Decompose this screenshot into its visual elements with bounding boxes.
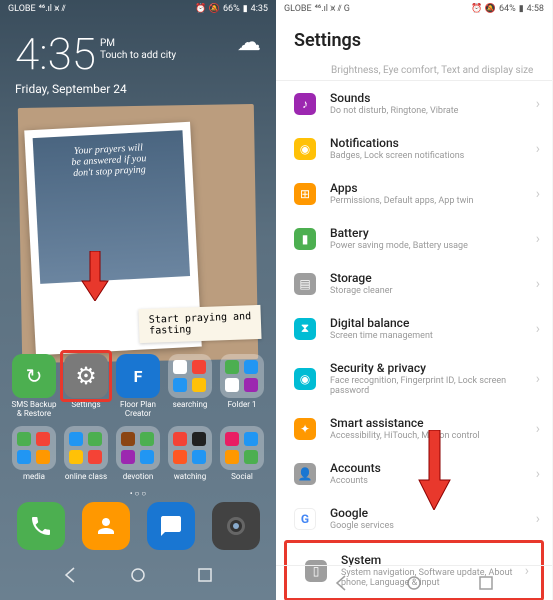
chevron-right-icon: › bbox=[536, 96, 540, 112]
dock bbox=[8, 502, 268, 550]
folder-devotion[interactable]: devotion bbox=[115, 426, 161, 481]
note-sticker: Start praying and fasting bbox=[138, 305, 261, 343]
date-display: Friday, September 24 bbox=[15, 82, 176, 96]
app-row-2: media online class devotion watching Soc… bbox=[8, 426, 268, 481]
chevron-right-icon: › bbox=[536, 466, 540, 482]
storage-icon: ▤ bbox=[294, 273, 316, 295]
nav-bar bbox=[8, 558, 268, 592]
notifications-icon: ◉ bbox=[294, 138, 316, 160]
folder-social[interactable]: Social bbox=[219, 426, 265, 481]
chevron-right-icon: › bbox=[536, 141, 540, 157]
accounts-icon: 👤 bbox=[294, 463, 316, 485]
ampm-label: PM bbox=[100, 38, 115, 49]
battery-icon: ▮ bbox=[519, 4, 524, 14]
nav-recent[interactable] bbox=[196, 566, 214, 584]
digital-balance-icon: ⧗ bbox=[294, 318, 316, 340]
page-indicator[interactable]: • ○ ○ bbox=[8, 489, 268, 498]
settings-screen: GLOBE ⁴⁶.ıl ⩙ ⫽ G ⏰ 🔕 64% ▮ 4:58 Setting… bbox=[276, 0, 552, 600]
nav-home[interactable] bbox=[129, 566, 147, 584]
settings-item-accounts[interactable]: 👤AccountsAccounts› bbox=[276, 451, 552, 496]
chevron-right-icon: › bbox=[536, 186, 540, 202]
shield-icon: ◉ bbox=[294, 368, 316, 390]
signal-icon: ⁴⁶.ıl ⩙ ⫽ bbox=[39, 4, 66, 14]
status-bar: GLOBE ⁴⁶.ıl ⩙ ⫽ ⏰ 🔕 66% ▮ 4:35 bbox=[0, 0, 276, 18]
nav-recent[interactable] bbox=[477, 574, 495, 592]
status-time: 4:58 bbox=[527, 4, 544, 14]
annotation-arrow-icon bbox=[80, 251, 110, 301]
google-icon: G bbox=[294, 508, 316, 530]
settings-item-battery[interactable]: ▮BatteryPower saving mode, Battery usage… bbox=[276, 216, 552, 261]
settings-item-storage[interactable]: ▤StorageStorage cleaner› bbox=[276, 261, 552, 306]
app-settings[interactable]: ⚙Settings bbox=[63, 354, 109, 418]
annotation-highlight bbox=[60, 350, 112, 402]
folder-media[interactable]: media bbox=[11, 426, 57, 481]
clock-widget[interactable]: 4:35 PM Touch to add city Friday, Septem… bbox=[0, 18, 276, 101]
settings-item-sounds[interactable]: ♪SoundsDo not disturb, Ringtone, Vibrate… bbox=[276, 81, 552, 126]
settings-item-notifications[interactable]: ◉NotificationsBadges, Lock screen notifi… bbox=[276, 126, 552, 171]
display-item-sub[interactable]: Brightness, Eye comfort, Text and displa… bbox=[276, 59, 552, 81]
page-title: Settings bbox=[294, 30, 534, 51]
battery-percent: 64% bbox=[499, 4, 516, 14]
nav-back[interactable] bbox=[333, 574, 351, 592]
chevron-right-icon: › bbox=[536, 276, 540, 292]
chevron-right-icon: › bbox=[536, 421, 540, 437]
sounds-icon: ♪ bbox=[294, 93, 316, 115]
smart-assist-icon: ✦ bbox=[294, 418, 316, 440]
carrier-label: GLOBE bbox=[284, 4, 312, 14]
settings-item-smart-assistance[interactable]: ✦Smart assistanceAccessibility, HiTouch,… bbox=[276, 406, 552, 451]
signal-icon: ⁴⁶.ıl ⩙ ⫽ G bbox=[315, 4, 350, 14]
status-time: 4:35 bbox=[251, 4, 268, 14]
app-sms-backup[interactable]: ↻SMS Backup & Restore bbox=[11, 354, 57, 418]
folder-online-class[interactable]: online class bbox=[63, 426, 109, 481]
chevron-right-icon: › bbox=[536, 371, 540, 387]
folder-1[interactable]: Folder 1 bbox=[219, 354, 265, 418]
dock-camera[interactable] bbox=[212, 502, 260, 550]
dock-messages[interactable] bbox=[147, 502, 195, 550]
apps-icon: ⊞ bbox=[294, 183, 316, 205]
weather-icon[interactable]: ☁ bbox=[237, 28, 261, 56]
settings-item-google[interactable]: GGoogleGoogle services› bbox=[276, 496, 552, 541]
app-floorplan[interactable]: FFloor Plan Creator bbox=[115, 354, 161, 418]
battery-icon: ▮ bbox=[294, 228, 316, 250]
settings-header: Settings bbox=[276, 18, 552, 59]
battery-icon: ▮ bbox=[243, 4, 248, 14]
chevron-right-icon: › bbox=[536, 231, 540, 247]
folder-watching[interactable]: watching bbox=[167, 426, 213, 481]
app-row-1: ↻SMS Backup & Restore ⚙Settings FFloor P… bbox=[8, 354, 268, 418]
home-screen: GLOBE ⁴⁶.ıl ⩙ ⫽ ⏰ 🔕 66% ▮ 4:35 4:35 PM T… bbox=[0, 0, 276, 600]
alarm-icon: ⏰ 🔕 bbox=[195, 4, 220, 14]
nav-back[interactable] bbox=[62, 566, 80, 584]
annotation-arrow-icon bbox=[417, 430, 452, 510]
time-display: 4:35 bbox=[15, 28, 96, 80]
chevron-right-icon: › bbox=[536, 321, 540, 337]
folder-searching[interactable]: searching bbox=[167, 354, 213, 418]
chevron-right-icon: › bbox=[536, 511, 540, 527]
settings-item-apps[interactable]: ⊞AppsPermissions, Default apps, App twin… bbox=[276, 171, 552, 216]
dock-contacts[interactable] bbox=[82, 502, 130, 550]
add-city-label: Touch to add city bbox=[100, 50, 176, 61]
alarm-icon: ⏰ 🔕 bbox=[471, 4, 496, 14]
battery-percent: 66% bbox=[223, 4, 240, 14]
nav-home[interactable] bbox=[405, 574, 423, 592]
carrier-label: GLOBE bbox=[8, 4, 36, 14]
status-bar: GLOBE ⁴⁶.ıl ⩙ ⫽ G ⏰ 🔕 64% ▮ 4:58 bbox=[276, 0, 552, 18]
nav-bar bbox=[276, 565, 552, 600]
settings-item-security[interactable]: ◉Security & privacyFace recognition, Fin… bbox=[276, 351, 552, 406]
widget-photo: Your prayers will be answered if you don… bbox=[20, 106, 256, 361]
settings-list[interactable]: ♪SoundsDo not disturb, Ringtone, Vibrate… bbox=[276, 81, 552, 600]
settings-item-digital-balance[interactable]: ⧗Digital balanceScreen time management› bbox=[276, 306, 552, 351]
dock-phone[interactable] bbox=[17, 502, 65, 550]
